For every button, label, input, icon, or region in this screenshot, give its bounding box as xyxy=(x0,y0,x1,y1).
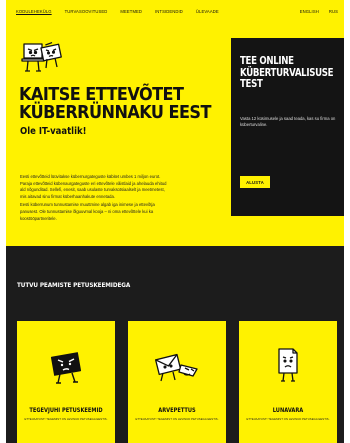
hero-subtitle: Ole IT-vaatlik! xyxy=(20,126,87,137)
laptop-mascot-icon xyxy=(21,41,62,72)
scheme-card-ransomware[interactable]: LUNAVARA ETTEVAATUST! TEGEMIST ON LEVINU… xyxy=(239,321,337,443)
nav-link-measures[interactable]: MEETMED xyxy=(120,9,142,14)
scheme-card-subtitle: ETTEVAATUST! TEGEMIST ON LEVINUD PETUSEG… xyxy=(246,417,330,421)
schemes-list: TEGEVJUHI PETUSKEEMID ETTEVAATUST! TEGEM… xyxy=(17,321,337,443)
scheme-card-invoice-fraud[interactable]: ARVEPETTUS ETTEVAATUST! TEGEMIST ON LEVI… xyxy=(128,321,226,443)
hero-title-line-2: KÜBERRÜNNAKU EEST xyxy=(19,103,211,123)
hero-paragraph: Eesti ettevõtteid lüüvitakse kübernurgat… xyxy=(20,174,167,199)
schemes-section: TUTVU PEAMISTE PETUSKEEMIDEGA TEGEVJUHI … xyxy=(6,246,344,443)
hero-title-line-1: KAITSE ETTEVÕTET xyxy=(19,85,184,105)
nav-link-incidents[interactable]: INTSIDENDID xyxy=(155,9,183,14)
hero-description: Eesti ettevõtteid lüüvitakse kübernurgat… xyxy=(20,174,170,224)
scheme-card-subtitle: ETTEVAATUST! TEGEMIST ON LEVINUD PETUSEG… xyxy=(24,417,108,421)
online-test-card: TEE ONLINE KÜBERTURVALISUSE TEST Vasta 1… xyxy=(231,38,344,216)
top-navigation: KODULEHEKÜLG TURVASOOVITUSED MEETMED INT… xyxy=(6,0,344,22)
briefcase-mascot-icon xyxy=(40,41,62,69)
online-test-description: Vasta 12 küsimusele ja saad teada, kas s… xyxy=(240,116,336,128)
scheme-card-ceo-fraud[interactable]: TEGEVJUHI PETUSKEEMID ETTEVAATUST! TEGEM… xyxy=(17,321,115,443)
nav-link-recommendations[interactable]: TURVASOOVITUSED xyxy=(65,9,108,14)
schemes-heading: TUTVU PEAMISTE PETUSKEEMIDEGA xyxy=(17,282,131,289)
start-test-button[interactable]: ALUSTA xyxy=(240,176,270,188)
language-english-link[interactable]: ENGLISH xyxy=(300,9,319,14)
document-mascot-icon xyxy=(278,348,298,382)
scheme-card-title: LUNAVARA xyxy=(272,407,304,414)
nav-link-home[interactable]: KODULEHEKÜLG xyxy=(16,9,52,14)
online-test-title-line: TEST xyxy=(240,78,263,90)
language-russian-link[interactable]: RUS xyxy=(329,9,338,14)
scheme-card-subtitle: ETTEVAATUST! TEGEMIST ON LEVINUD PETUSEG… xyxy=(135,417,219,421)
online-test-title: TEE ONLINE KÜBERTURVALISUSE TEST xyxy=(240,55,333,91)
hero-paragraph: Eesti küberrunum tunnustamise muuttmine … xyxy=(20,202,155,221)
main-menu: KODULEHEKÜLG TURVASOOVITUSED MEETMED INT… xyxy=(16,9,219,14)
online-test-title-line: TEE ONLINE xyxy=(240,55,294,67)
page: KODULEHEKÜLG TURVASOOVITUSED MEETMED INT… xyxy=(6,0,344,443)
envelope-mascot-icon xyxy=(154,353,198,382)
briefcase-mascot-icon xyxy=(50,352,82,384)
scheme-card-title: TEGEVJUHI PETUSKEEMID xyxy=(29,407,103,414)
hero-title: KAITSE ETTEVÕTET KÜBERRÜNNAKU EEST xyxy=(19,86,212,122)
nav-link-overview[interactable]: ÜLEVAADE xyxy=(196,9,219,14)
language-switcher: ENGLISH RUS xyxy=(300,9,338,14)
scheme-card-title: ARVEPETTUS xyxy=(158,407,196,414)
